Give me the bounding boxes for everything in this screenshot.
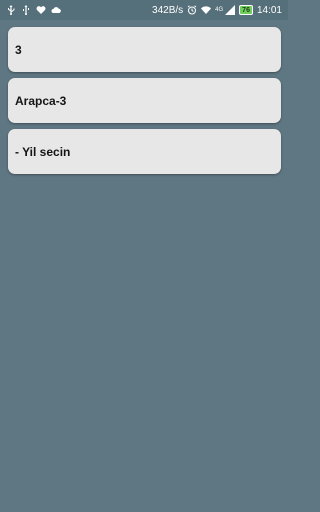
status-bar-right: 342B/s 4G 76 14:01 [152, 5, 282, 16]
list-item-2[interactable]: Arapca-3 [8, 78, 281, 123]
alarm-icon [187, 5, 197, 15]
list-item-label: Arapca-3 [15, 93, 67, 108]
usb-icon [6, 5, 16, 15]
network-type-label: 4G [215, 7, 224, 13]
usb-debug-icon [21, 5, 31, 15]
wifi-icon [201, 5, 212, 15]
cloud-icon [51, 5, 61, 15]
heart-rate-icon [36, 5, 46, 15]
network-speed: 342B/s [152, 4, 184, 16]
selection-list: 3 Arapca-3 - Yil secin [8, 27, 281, 180]
list-item-3[interactable]: - Yil secin [8, 129, 281, 174]
status-bar-left [6, 5, 61, 15]
battery-icon: 76 [239, 5, 253, 15]
list-item-1[interactable]: 3 [8, 27, 281, 72]
clock: 14:01 [256, 4, 282, 16]
list-item-label: - Yil secin [15, 144, 71, 159]
status-bar: 342B/s 4G 76 14:01 [0, 0, 288, 20]
signal-icon [225, 5, 236, 15]
list-item-label: 3 [15, 42, 22, 57]
